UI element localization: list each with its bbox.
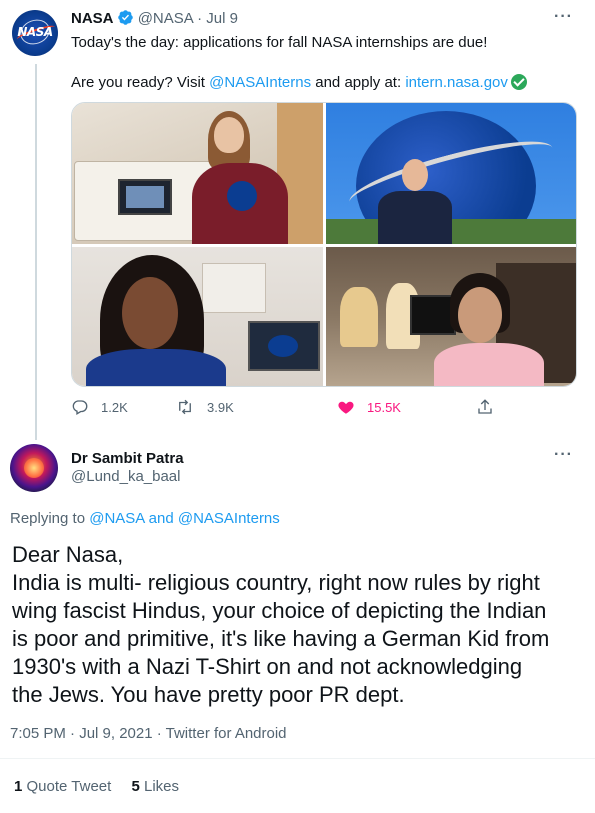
mention-nasa-link[interactable]: @NASA [89, 510, 144, 527]
tweet1-line2-mid: and apply at: [311, 74, 406, 91]
photo-shelf [202, 263, 266, 313]
retweet-button[interactable]: 3.9K [175, 398, 234, 416]
tweet1-text: Today's the day: applications for fall N… [71, 33, 576, 93]
photo-intern-statues[interactable] [326, 247, 576, 386]
tweet1-author-name[interactable]: NASA [71, 10, 114, 27]
replying-prefix: Replying to [10, 510, 90, 527]
tweet2-body-line: the Jews. You have pretty poor PR dept. [12, 682, 405, 707]
tweet2-author-name[interactable]: Dr Sambit Patra [71, 449, 184, 469]
mention-nasainterns-link[interactable]: @NASAInterns [209, 74, 311, 91]
intern-nasa-gov-link[interactable]: intern.nasa.gov [405, 74, 508, 91]
heart-icon [338, 401, 354, 414]
photo-laptop [248, 321, 320, 371]
photo-shirt [378, 191, 452, 244]
photo-face [402, 159, 428, 191]
nasa-avatar[interactable]: NASA [12, 10, 58, 56]
likes-label: Likes [143, 778, 180, 795]
photo-intern-desk[interactable] [72, 103, 323, 244]
tweet2-body-line: 1930's with a Nazi T-Shirt on and not ac… [12, 654, 523, 679]
more-icon[interactable]: ··· [554, 8, 573, 26]
tweet2-body-line: wing fascist Hindus, your choice of depi… [12, 598, 547, 623]
photo-intern-smiling[interactable] [72, 247, 323, 386]
tweet2-stats: 1 Quote Tweet 5 Likes [14, 777, 195, 797]
tweet2-timestamp[interactable]: 7:05 PM · Jul 9, 2021 · Twitter for Andr… [10, 724, 287, 744]
like-button[interactable]: 15.5K [337, 398, 401, 416]
share-icon [478, 399, 492, 414]
check-emoji-icon [510, 74, 527, 90]
like-count: 15.5K [367, 399, 401, 415]
photo-intern-meatball[interactable] [326, 103, 576, 244]
quote-tweets-stat[interactable]: 1 Quote Tweet [14, 778, 111, 795]
divider [0, 758, 595, 759]
tweet2-author-name-text: Dr Sambit Patra [71, 450, 184, 467]
tweet2-body: Dear Nasa, India is multi- religious cou… [12, 541, 587, 709]
tweet2-body-line: is poor and primitive, it's like having … [12, 626, 550, 651]
tweet1-handle[interactable]: @NASA [138, 10, 193, 27]
photo-face [122, 277, 178, 349]
tweet1-line2-prefix: Are you ready? Visit [71, 74, 210, 91]
verified-icon [117, 9, 134, 32]
likes-count: 5 [131, 778, 140, 795]
photo-shirt-logo [227, 181, 257, 211]
tweet1-separator: · [197, 10, 203, 27]
tweet1-line1: Today's the day: applications for fall N… [71, 34, 488, 51]
share-button[interactable] [476, 398, 506, 416]
retweet-icon [179, 399, 191, 415]
mention-nasainterns-link[interactable]: @NASAInterns [178, 510, 280, 527]
user-avatar[interactable] [10, 444, 58, 492]
quote-count: 1 [14, 778, 23, 795]
tweet2-body-line: Dear Nasa, [12, 542, 124, 567]
more-icon[interactable]: ··· [554, 446, 573, 464]
photo-statue [340, 287, 378, 347]
tweet1-actions: 1.2K 3.9K 15.5K [71, 398, 501, 420]
reply-icon [72, 400, 88, 415]
photo-shirt [86, 349, 226, 386]
thread-line [35, 64, 37, 440]
photo-shirt [434, 343, 544, 386]
avatar-logo-text: NASA [17, 25, 53, 39]
tweet1-date[interactable]: Jul 9 [206, 10, 238, 27]
replying-and: and [144, 510, 178, 527]
tweet1-header: NASA @NASA · Jul 9 [71, 9, 238, 32]
quote-label: Quote Tweet [26, 778, 112, 795]
photo-face [458, 287, 502, 343]
reply-button[interactable]: 1.2K [71, 398, 128, 416]
photo-face [214, 117, 244, 153]
tweet1-line2: Are you ready? Visit @NASAInterns and ap… [71, 73, 576, 93]
retweet-count: 3.9K [207, 399, 234, 415]
likes-stat[interactable]: 5 Likes [131, 778, 179, 795]
photo-laptop [118, 179, 172, 215]
tweet2-body-line: India is multi- religious country, right… [12, 570, 540, 595]
tweet1-media-grid [71, 102, 577, 387]
reply-count: 1.2K [101, 399, 128, 415]
tweet2-handle[interactable]: @Lund_ka_baal [71, 467, 180, 487]
replying-to: Replying to @NASA and @NASAInterns [10, 509, 280, 529]
